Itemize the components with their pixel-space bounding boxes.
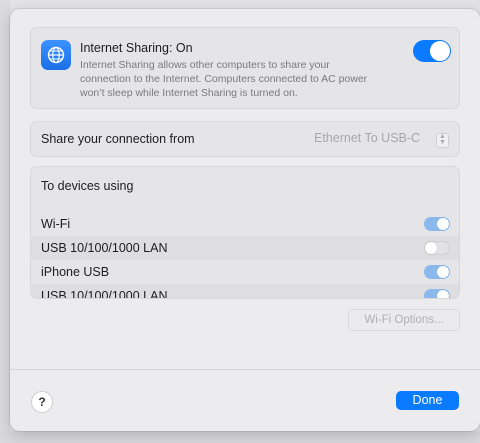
device-label: iPhone USB	[41, 265, 110, 279]
toggle-knob	[437, 218, 449, 230]
sharing-title: Internet Sharing: On	[80, 41, 193, 55]
device-label: Wi-Fi	[41, 217, 71, 231]
toggle-knob	[430, 41, 450, 61]
internet-sharing-dialog: Internet Sharing: On Internet Sharing al…	[10, 9, 480, 431]
toggle-knob	[437, 290, 449, 298]
share-from-row: Share your connection from Ethernet To U…	[30, 121, 460, 157]
device-label: USB 10/100/1000 LAN	[41, 241, 168, 255]
device-row-iphone-usb: iPhone USB	[31, 260, 459, 284]
devices-list: To devices using Wi-Fi USB 10/100/1000 L…	[30, 166, 460, 299]
device-label: USB 10/100/1000 LAN	[41, 289, 168, 299]
chevron-updown-icon[interactable]: ▲ ▼	[436, 133, 449, 148]
device-toggle-usb-lan-1[interactable]	[424, 241, 450, 255]
share-from-label: Share your connection from	[41, 132, 195, 146]
help-button[interactable]: ?	[31, 391, 53, 413]
globe-icon	[41, 40, 71, 70]
toggle-knob	[425, 242, 437, 254]
wifi-options-button[interactable]: Wi-Fi Options...	[348, 309, 460, 331]
internet-sharing-toggle[interactable]	[413, 40, 451, 62]
internet-sharing-panel: Internet Sharing: On Internet Sharing al…	[30, 27, 460, 109]
background-window-edge	[0, 0, 10, 443]
done-button[interactable]: Done	[396, 391, 459, 410]
device-row-usb-lan-2: USB 10/100/1000 LAN	[31, 284, 459, 299]
device-toggle-wifi[interactable]	[424, 217, 450, 231]
toggle-knob	[437, 266, 449, 278]
footer-divider	[10, 369, 480, 370]
device-row-wifi: Wi-Fi	[31, 212, 459, 236]
devices-header: To devices using	[41, 179, 134, 193]
device-toggle-usb-lan-2[interactable]	[424, 289, 450, 298]
device-row-usb-lan-1: USB 10/100/1000 LAN	[31, 236, 459, 260]
sharing-description: Internet Sharing allows other computers …	[80, 59, 368, 99]
background-window-bottom	[0, 431, 480, 443]
share-from-select[interactable]: Ethernet To USB-C	[314, 131, 420, 145]
device-toggle-iphone-usb[interactable]	[424, 265, 450, 279]
